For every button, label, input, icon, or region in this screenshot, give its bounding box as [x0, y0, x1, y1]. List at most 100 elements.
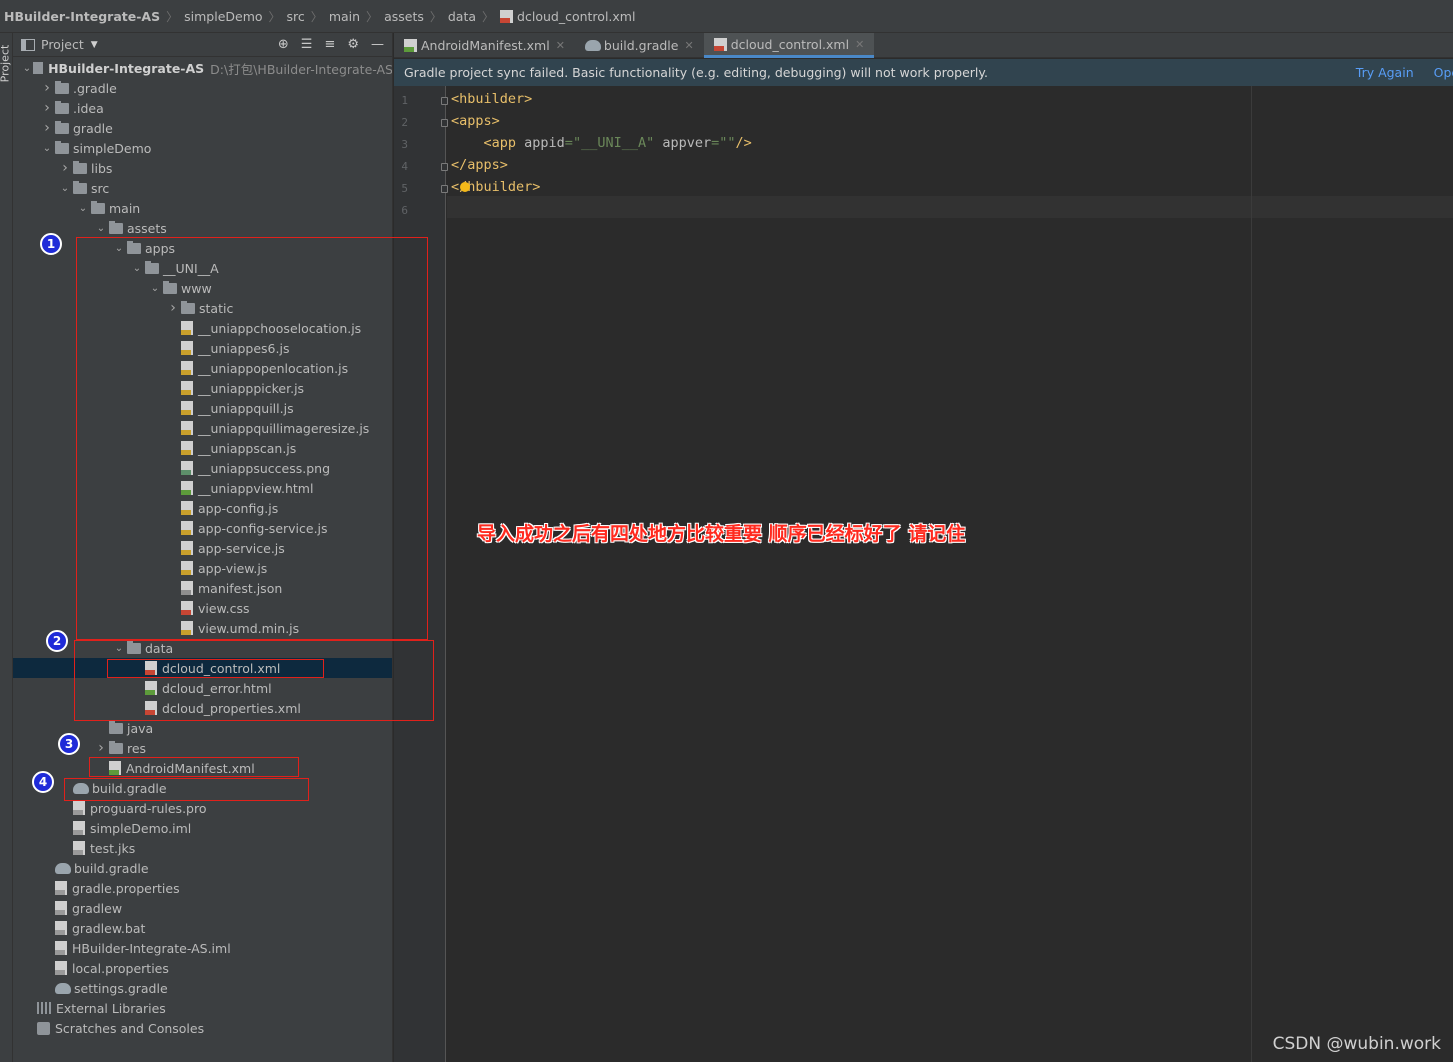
chevron-right-icon[interactable]: › [57, 160, 73, 176]
code-line[interactable]: <hbuilder> [451, 88, 532, 110]
chevron-down-icon[interactable]: ⌄ [111, 643, 127, 654]
tree-row[interactable]: dcloud_properties.xml [13, 698, 392, 718]
gear-icon[interactable]: ⚙ [347, 37, 359, 52]
try-again-link[interactable]: Try Again [1356, 65, 1414, 80]
chevron-down-icon[interactable]: ⌄ [75, 203, 91, 214]
tree-row[interactable]: view.umd.min.js [13, 618, 392, 638]
tree-row[interactable]: __uniappchooselocation.js [13, 318, 392, 338]
tree-row[interactable]: __uniappopenlocation.js [13, 358, 392, 378]
tree-row[interactable]: AndroidManifest.xml [13, 758, 392, 778]
tree-row[interactable]: local.properties [13, 958, 392, 978]
tree-row[interactable]: __uniappquillimageresize.js [13, 418, 392, 438]
project-view-title[interactable]: Project [41, 37, 84, 52]
tree-row[interactable]: ⌄ assets [13, 218, 392, 238]
tree-row[interactable]: External Libraries [13, 998, 392, 1018]
tree-row[interactable]: build.gradle [13, 858, 392, 878]
annotation-badge-1: 1 [40, 233, 62, 255]
tree-row[interactable]: ⌄ data [13, 638, 392, 658]
open-build-link[interactable]: Open 'B [1434, 65, 1453, 80]
lightbulb-icon[interactable] [460, 182, 470, 192]
tree-row[interactable]: ⌄ apps [13, 238, 392, 258]
editor-tabs: AndroidManifest.xml ✕ build.gradle ✕ dcloud_… [394, 33, 1453, 58]
tree-row[interactable]: › static [13, 298, 392, 318]
tree-row[interactable]: ⌄ www [13, 278, 392, 298]
breadcrumb-item[interactable]: assets [384, 9, 424, 24]
code-line[interactable]: <apps> [451, 110, 500, 132]
tree-row[interactable]: › .gradle [13, 78, 392, 98]
tree-row[interactable]: __uniappview.html [13, 478, 392, 498]
expand-all-icon[interactable]: ☰ [301, 37, 313, 52]
tree-row[interactable]: gradle.properties [13, 878, 392, 898]
tree-row[interactable]: ⌄ __UNI__A [13, 258, 392, 278]
code-editor[interactable]: <hbuilder> <apps> <app appid = "__UNI__A" a… [447, 86, 1453, 1062]
chevron-right-icon[interactable]: › [165, 300, 181, 316]
collapse-all-icon[interactable]: ≡ [324, 37, 335, 52]
tree-row[interactable]: gradlew.bat [13, 918, 392, 938]
tree-row[interactable]: manifest.json [13, 578, 392, 598]
tree-row[interactable]: app-config-service.js [13, 518, 392, 538]
tree-row[interactable]: __uniappsuccess.png [13, 458, 392, 478]
editor-tab[interactable]: build.gradle ✕ [575, 33, 704, 58]
tree-row[interactable]: › gradle [13, 118, 392, 138]
close-icon[interactable]: ✕ [855, 38, 864, 51]
editor-tab[interactable]: AndroidManifest.xml ✕ [394, 33, 575, 58]
breadcrumb-item[interactable]: simpleDemo [184, 9, 262, 24]
tree-row[interactable]: › libs [13, 158, 392, 178]
locate-file-icon[interactable]: ⊕ [278, 37, 289, 52]
tree-row[interactable]: › .idea [13, 98, 392, 118]
breadcrumb-item[interactable]: dcloud_control.xml [517, 9, 635, 24]
tree-row[interactable]: build.gradle [13, 778, 392, 798]
chevron-down-icon[interactable]: ⌄ [111, 243, 127, 254]
chevron-down-icon[interactable]: ⌄ [21, 63, 33, 74]
tree-row[interactable]: view.css [13, 598, 392, 618]
chevron-down-icon[interactable]: ⌄ [39, 143, 55, 154]
tree-row[interactable]: app-config.js [13, 498, 392, 518]
chevron-right-icon[interactable]: › [39, 120, 55, 136]
chevron-down-icon[interactable]: ⌄ [147, 283, 163, 294]
breadcrumb-item[interactable]: main [329, 9, 360, 24]
tree-row[interactable]: Scratches and Consoles [13, 1018, 392, 1038]
chevron-right-icon[interactable]: › [39, 80, 55, 96]
tree-row[interactable]: HBuilder-Integrate-AS.iml [13, 938, 392, 958]
tree-row[interactable]: gradlew [13, 898, 392, 918]
tree-row[interactable]: settings.gradle [13, 978, 392, 998]
hide-panel-icon[interactable]: — [371, 37, 384, 52]
tree-row[interactable]: simpleDemo.iml [13, 818, 392, 838]
gradle-icon [55, 862, 71, 874]
breadcrumb-item[interactable]: HBuilder-Integrate-AS [4, 9, 160, 24]
tree-row[interactable]: proguard-rules.pro [13, 798, 392, 818]
chevron-down-icon[interactable]: ⌄ [57, 183, 73, 194]
breadcrumb: HBuilder-Integrate-AS 〉 simpleDemo 〉 src 〉 mai… [0, 0, 1453, 33]
tree-row[interactable]: ⌄ main [13, 198, 392, 218]
close-icon[interactable]: ✕ [684, 39, 693, 52]
project-tool-window-button[interactable]: Project [0, 45, 11, 83]
editor-tab[interactable]: dcloud_control.xml ✕ [703, 33, 875, 58]
tree-row[interactable]: ⌄ simpleDemo [13, 138, 392, 158]
breadcrumb-item[interactable]: data [448, 9, 476, 24]
code-line[interactable]: </apps> [451, 154, 508, 176]
tree-row[interactable]: __uniapppicker.js [13, 378, 392, 398]
tree-row[interactable]: app-view.js [13, 558, 392, 578]
chevron-right-icon[interactable]: › [93, 740, 109, 756]
breadcrumb-item[interactable]: src [287, 9, 305, 24]
tree-row[interactable]: __uniappquill.js [13, 398, 392, 418]
tree-item-label: AndroidManifest.xml [126, 760, 255, 776]
tree-row[interactable]: dcloud_error.html [13, 678, 392, 698]
close-icon[interactable]: ✕ [556, 39, 565, 52]
tree-row[interactable]: dcloud_control.xml [13, 658, 392, 678]
tree-row[interactable]: ⌄ HBuilder-Integrate-AS D:\打包\HBuilder-Int… [13, 58, 392, 78]
tree-row[interactable]: ⌄ src [13, 178, 392, 198]
chevron-right-icon[interactable]: › [39, 100, 55, 116]
watermark: CSDN @wubin.work [1272, 1034, 1441, 1054]
chevron-down-icon[interactable]: ▼ [91, 40, 98, 50]
folder-icon [127, 240, 141, 254]
js-file-icon [181, 361, 193, 375]
chevron-down-icon[interactable]: ⌄ [129, 263, 145, 274]
tree-item-label: dcloud_control.xml [162, 660, 281, 676]
tree-row[interactable]: __uniappes6.js [13, 338, 392, 358]
code-line[interactable]: <app appid = "__UNI__A" appver = ""/> [451, 132, 752, 154]
tree-row[interactable]: test.jks [13, 838, 392, 858]
chevron-down-icon[interactable]: ⌄ [93, 223, 109, 234]
tree-row[interactable]: app-service.js [13, 538, 392, 558]
tree-row[interactable]: __uniappscan.js [13, 438, 392, 458]
